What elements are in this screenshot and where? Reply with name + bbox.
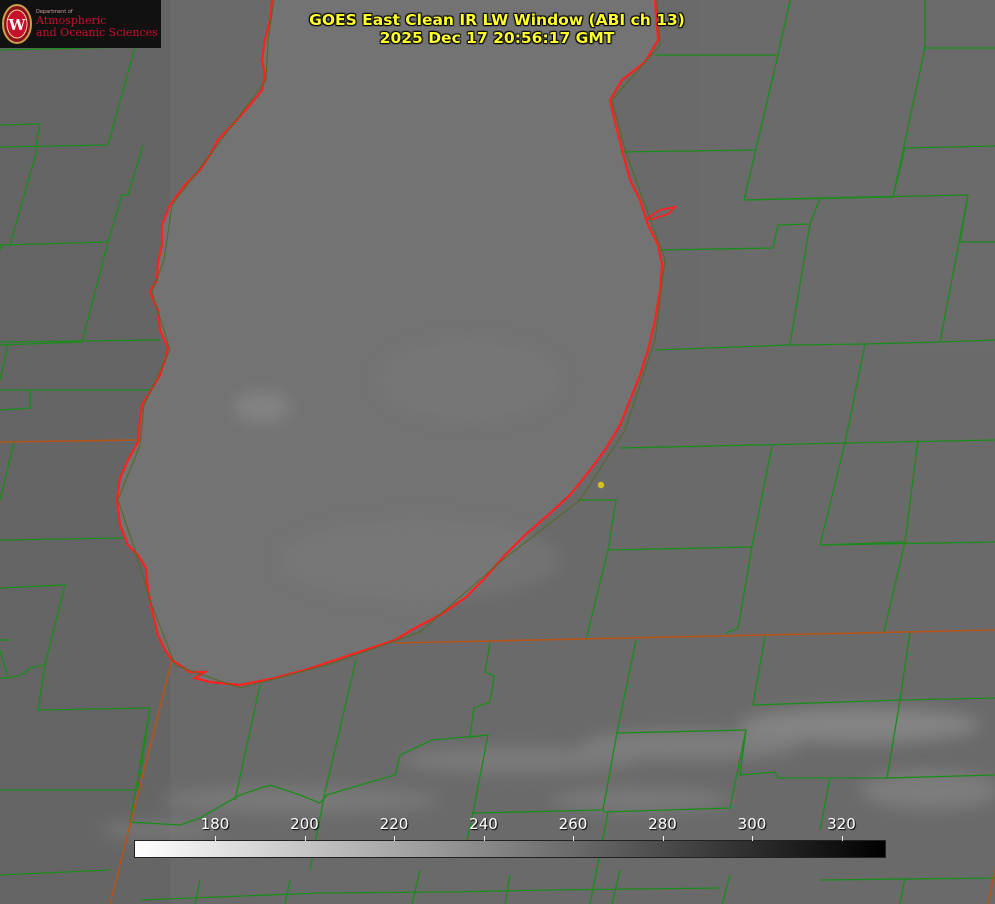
title-timestamp: 2025 Dec 17 20:56:17 GMT xyxy=(379,29,615,47)
satellite-map xyxy=(0,0,995,904)
satellite-image-viewer: W Department of Atmospheric and Oceanic … xyxy=(0,0,995,904)
uw-crest-icon: W xyxy=(2,4,32,44)
logo-text: Department of Atmospheric and Oceanic Sc… xyxy=(36,9,158,39)
location-marker xyxy=(597,481,605,489)
uw-aos-logo: W Department of Atmospheric and Oceanic … xyxy=(0,0,161,48)
title-product: GOES East Clean IR LW Window (ABI ch 13) xyxy=(309,11,685,29)
logo-line-2: and Oceanic Sciences xyxy=(36,25,158,39)
temperature-colorbar xyxy=(134,840,886,858)
svg-text:W: W xyxy=(8,16,27,34)
logo-line-1: Atmospheric xyxy=(36,14,107,28)
image-title: GOES East Clean IR LW Window (ABI ch 13)… xyxy=(246,11,748,47)
